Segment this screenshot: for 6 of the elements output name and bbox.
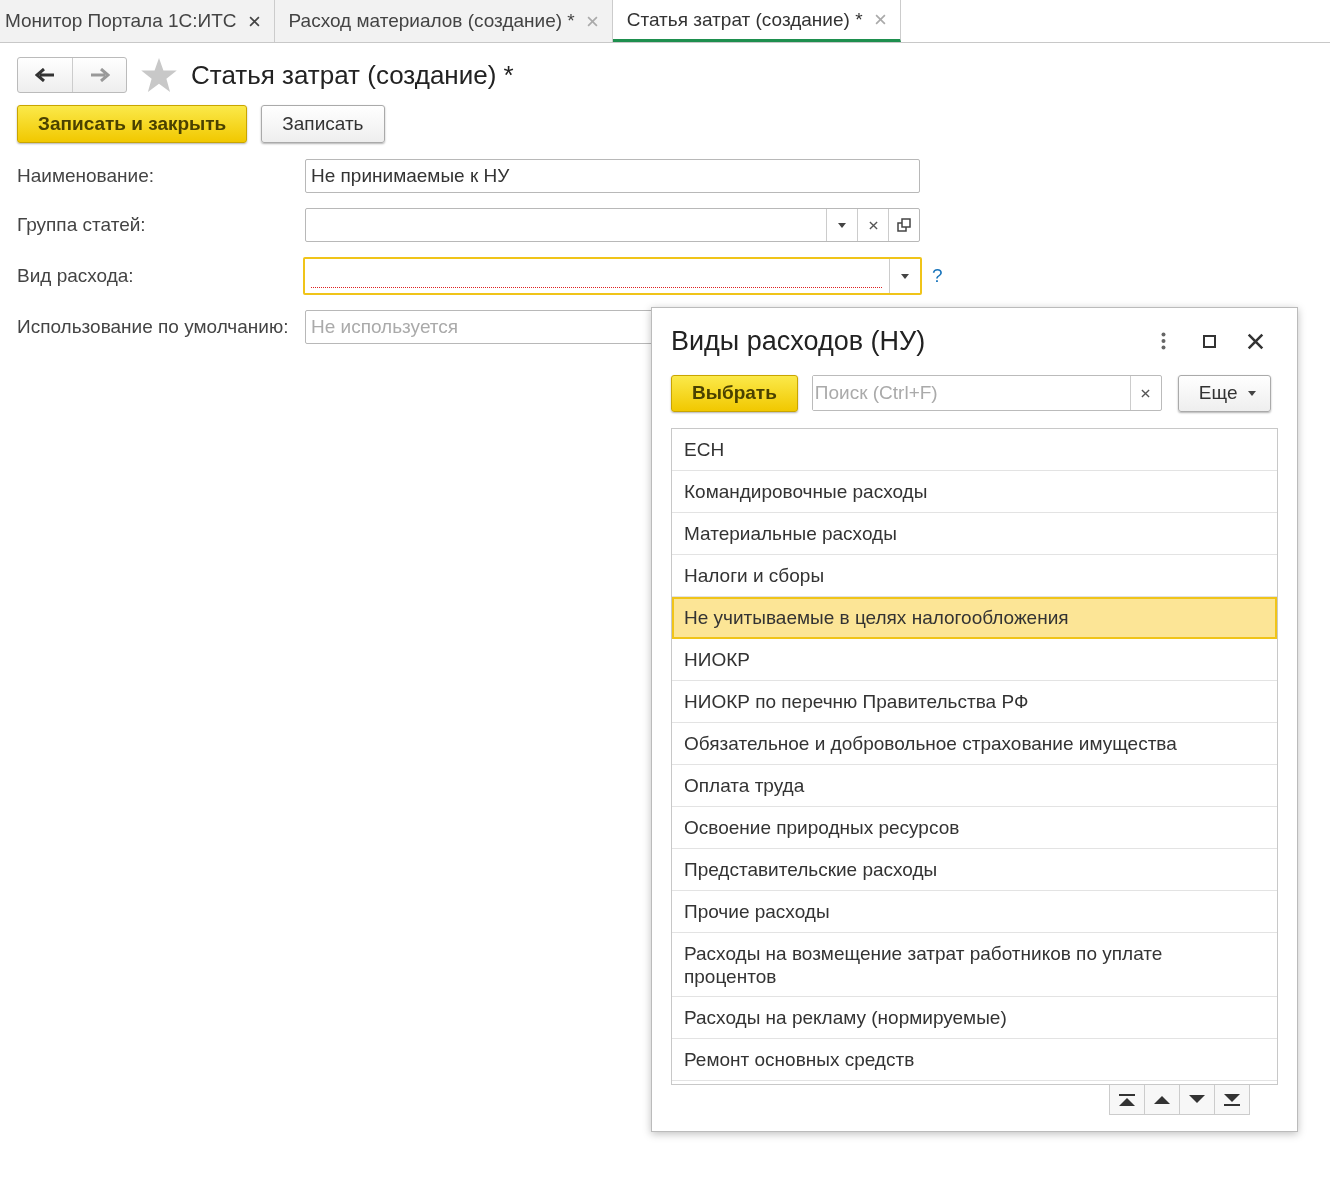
field-label: Группа статей: [17, 214, 147, 236]
field-label: Вид расхода: [17, 265, 135, 287]
field-label: Наименование: [17, 165, 155, 187]
field-label: Использование по умолчанию: [17, 316, 290, 338]
form-title: Статья затрат (создание) * [191, 59, 514, 91]
dialog-title: Виды расходов (НУ) [671, 325, 927, 357]
